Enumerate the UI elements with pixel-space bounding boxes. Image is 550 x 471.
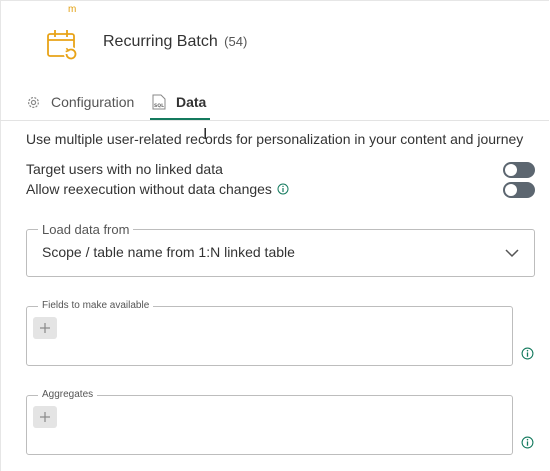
option-reexecution: Allow reexecution without data changes	[26, 181, 289, 197]
svg-text:SQL: SQL	[154, 103, 164, 109]
header-marker: m	[68, 4, 77, 15]
toggle-knob	[505, 184, 517, 196]
chevron-down-icon	[504, 245, 520, 266]
fields-label: Fields to make available	[38, 300, 154, 311]
title-text: Recurring Batch	[103, 33, 218, 50]
data-description: Use multiple user-related records for pe…	[26, 131, 524, 147]
tab-configuration-label: Configuration	[51, 94, 135, 110]
aggregates-info-icon[interactable]	[521, 436, 534, 454]
title-count: (54)	[224, 34, 248, 49]
option-reexecution-label: Allow reexecution without data changes	[26, 181, 272, 197]
aggregates-label: Aggregates	[38, 389, 98, 400]
gear-icon	[26, 95, 41, 110]
tab-data-label: Data	[176, 94, 207, 110]
page-title: Recurring Batch (54)	[103, 33, 247, 51]
reexecution-toggle[interactable]	[503, 182, 535, 198]
no-linked-data-toggle[interactable]	[503, 162, 535, 178]
add-aggregate-button[interactable]	[33, 406, 57, 428]
toggle-knob	[505, 164, 517, 176]
plus-icon	[40, 323, 50, 333]
calendar-recurring-icon	[44, 28, 80, 62]
fields-info-icon[interactable]	[521, 347, 534, 365]
load-data-value: Scope / table name from 1:N linked table	[42, 244, 295, 260]
tab-configuration[interactable]: Configuration	[26, 86, 134, 118]
fields-to-make-available: Fields to make available	[26, 300, 513, 366]
tab-data[interactable]: SQL Data	[152, 86, 206, 118]
load-data-label: Load data from	[38, 222, 134, 237]
tab-bar: Configuration SQL Data	[0, 86, 549, 120]
text-cursor-icon: I	[203, 125, 208, 143]
add-field-button[interactable]	[33, 317, 57, 339]
info-icon[interactable]	[277, 183, 289, 195]
load-data-select[interactable]: Load data from Scope / table name from 1…	[26, 222, 535, 277]
aggregates-field: Aggregates	[26, 389, 513, 455]
option-no-linked-data: Target users with no linked data	[26, 161, 223, 177]
plus-icon	[40, 412, 50, 422]
tab-divider	[0, 120, 549, 121]
sql-file-icon: SQL	[152, 94, 166, 110]
option-no-linked-data-label: Target users with no linked data	[26, 161, 223, 177]
